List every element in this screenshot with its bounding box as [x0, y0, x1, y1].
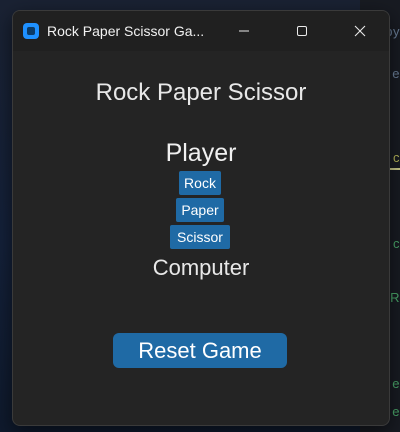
minimize-button[interactable] [215, 11, 273, 51]
page-title: Rock Paper Scissor [95, 79, 307, 106]
title-bar[interactable]: Rock Paper Scissor Ga... [13, 11, 389, 51]
maximize-button[interactable] [273, 11, 331, 51]
app-window: Rock Paper Scissor Ga... Rock Paper Scis… [12, 10, 390, 426]
background-text-fragment: c [393, 236, 400, 251]
scissor-button[interactable]: Scissor [170, 225, 230, 249]
minimize-icon [239, 30, 249, 32]
close-icon [354, 25, 366, 37]
background-text-fragment: R [390, 290, 400, 305]
background-text-fragment: e [392, 66, 400, 81]
rock-button[interactable]: Rock [179, 171, 221, 195]
background-text-fragment: e [392, 376, 400, 391]
reset-game-button[interactable]: Reset Game [113, 333, 287, 368]
computer-label: Computer [152, 255, 250, 280]
close-button[interactable] [331, 11, 389, 51]
window-title: Rock Paper Scissor Ga... [47, 23, 205, 39]
background-text-fragment: c [393, 150, 400, 165]
paper-button[interactable]: Paper [176, 198, 224, 222]
app-icon [23, 23, 39, 39]
maximize-icon [297, 26, 307, 36]
background-text-fragment: e [392, 404, 400, 419]
player-label: Player [165, 139, 237, 167]
window-controls [215, 11, 389, 51]
